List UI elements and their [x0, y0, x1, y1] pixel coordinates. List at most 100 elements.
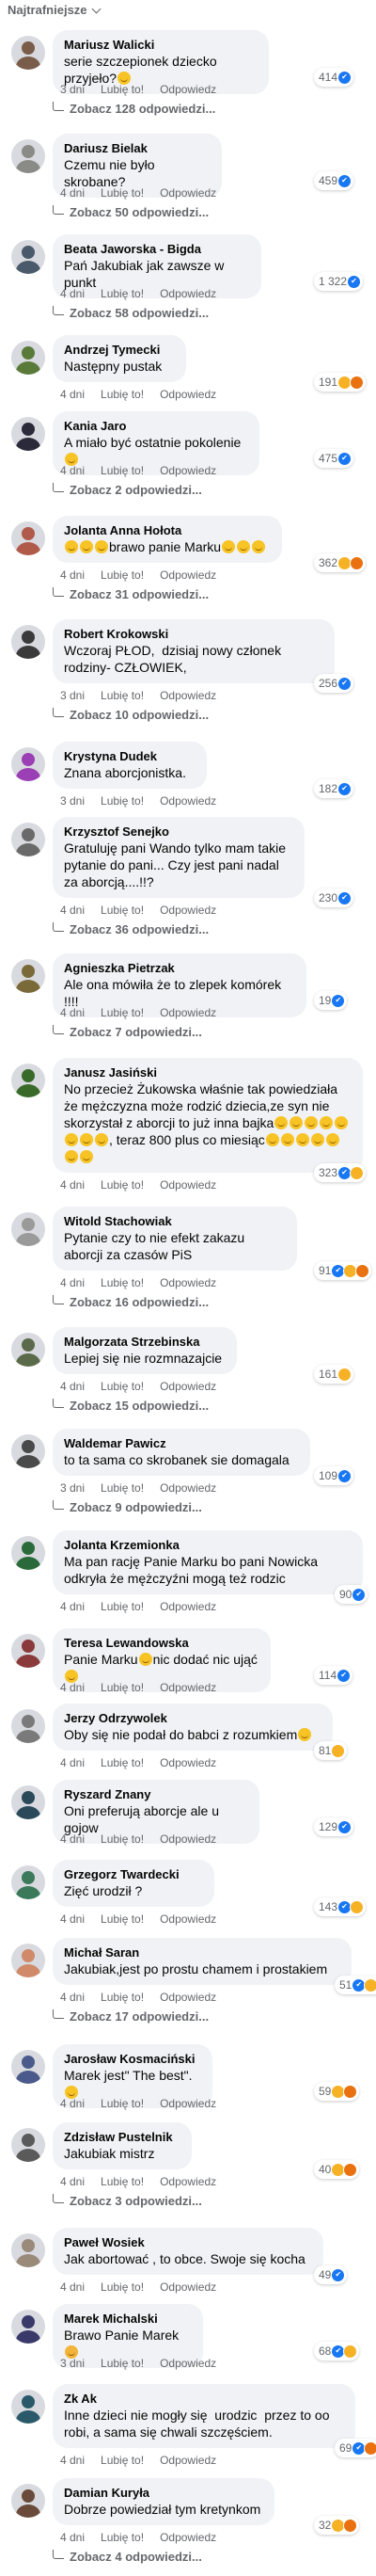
reaction-summary[interactable]: 182 ✔: [314, 779, 354, 798]
comment-age[interactable]: 4 dni: [60, 904, 85, 917]
like-button[interactable]: Lubię to!: [101, 2531, 144, 2544]
comment-age[interactable]: 4 dni: [60, 1681, 85, 1694]
comment-author[interactable]: Zk Ak: [64, 2391, 344, 2407]
like-button[interactable]: Lubię to!: [101, 2280, 144, 2294]
like-button[interactable]: Lubię to!: [101, 904, 144, 917]
view-replies-link[interactable]: Zobacz 7 odpowiedzi...: [53, 1025, 202, 1039]
comment-author[interactable]: Jolanta Anna Hołota: [64, 522, 271, 538]
reply-button[interactable]: Odpowiedz: [160, 689, 216, 702]
comment-author[interactable]: Kania Jaro: [64, 418, 248, 434]
avatar[interactable]: [11, 625, 45, 659]
view-replies-link[interactable]: Zobacz 15 odpowiedzi...: [53, 1399, 209, 1413]
view-replies-link[interactable]: Zobacz 9 odpowiedzi...: [53, 1500, 202, 1514]
reaction-summary[interactable]: 19 ✔: [314, 991, 348, 1010]
reply-button[interactable]: Odpowiedz: [160, 904, 216, 917]
reply-button[interactable]: Odpowiedz: [160, 2531, 216, 2544]
view-replies-link[interactable]: Zobacz 36 odpowiedzi...: [53, 922, 209, 936]
avatar[interactable]: [11, 2390, 45, 2424]
view-replies-link[interactable]: Zobacz 10 odpowiedzi...: [53, 708, 209, 722]
reaction-summary[interactable]: 459 ✔: [314, 171, 354, 190]
reply-button[interactable]: Odpowiedz: [160, 2097, 216, 2110]
reaction-summary[interactable]: 362: [314, 553, 367, 572]
avatar[interactable]: [11, 1212, 45, 1246]
reaction-summary[interactable]: 129 ✔: [314, 1817, 354, 1836]
comment-age[interactable]: 4 dni: [60, 2280, 85, 2294]
avatar[interactable]: [11, 2050, 45, 2084]
comment-age[interactable]: 4 dni: [60, 1178, 85, 1192]
reaction-summary[interactable]: 81: [314, 1741, 348, 1760]
reply-button[interactable]: Odpowiedz: [160, 1380, 216, 1393]
reply-button[interactable]: Odpowiedz: [160, 1832, 216, 1846]
avatar[interactable]: [11, 521, 45, 555]
view-replies-link[interactable]: Zobacz 2 odpowiedzi...: [53, 483, 202, 497]
comment-author[interactable]: Beata Jaworska - Bigda: [64, 241, 250, 257]
comment-author[interactable]: Jerzy Odrzywolek: [64, 1710, 321, 1726]
comment-author[interactable]: Krystyna Dudek: [64, 748, 196, 764]
reaction-summary[interactable]: 40: [314, 2160, 360, 2179]
comment-age[interactable]: 4 dni: [60, 1832, 85, 1846]
view-replies-link[interactable]: Zobacz 50 odpowiedzi...: [53, 205, 209, 219]
comment-author[interactable]: Zdzisław Pustelnik: [64, 2129, 180, 2145]
reply-button[interactable]: Odpowiedz: [160, 794, 216, 808]
comment-author[interactable]: Marek Michalski: [64, 2311, 192, 2327]
reaction-summary[interactable]: 1 322 ✔: [314, 272, 364, 291]
like-button[interactable]: Lubię to!: [101, 1681, 144, 1694]
avatar[interactable]: [11, 1865, 45, 1899]
comment-age[interactable]: 4 dni: [60, 464, 85, 477]
like-button[interactable]: Lubię to!: [101, 568, 144, 582]
reaction-summary[interactable]: 414 ✔: [314, 68, 354, 87]
reply-button[interactable]: Odpowiedz: [160, 568, 216, 582]
avatar[interactable]: [11, 823, 45, 856]
reaction-summary[interactable]: 68 ✔: [314, 2342, 360, 2360]
sort-dropdown[interactable]: Najtrafniejsze: [8, 3, 101, 17]
like-button[interactable]: Lubię to!: [101, 1991, 144, 2004]
comment-age[interactable]: 3 dni: [60, 794, 85, 808]
avatar[interactable]: [11, 1333, 45, 1367]
reply-button[interactable]: Odpowiedz: [160, 1681, 216, 1694]
like-button[interactable]: Lubię to!: [101, 1600, 144, 1613]
reply-button[interactable]: Odpowiedz: [160, 464, 216, 477]
avatar[interactable]: [11, 417, 45, 451]
like-button[interactable]: Lubię to!: [101, 2097, 144, 2110]
comment-author[interactable]: Mariusz Walicki: [64, 37, 258, 53]
like-button[interactable]: Lubię to!: [101, 1756, 144, 1769]
comment-author[interactable]: Janusz Jasiński: [64, 1064, 352, 1080]
comment-author[interactable]: Agnieszka Pietrzak: [64, 960, 295, 976]
comment-author[interactable]: Robert Krokowski: [64, 626, 323, 642]
comment-author[interactable]: Jarosław Kosmaciński: [64, 2051, 201, 2067]
reply-button[interactable]: Odpowiedz: [160, 1178, 216, 1192]
comment-author[interactable]: Malgorzata Strzebinska: [64, 1334, 226, 1350]
comment-author[interactable]: Waldemar Pawicz: [64, 1435, 299, 1451]
avatar[interactable]: [11, 2233, 45, 2267]
reply-button[interactable]: Odpowiedz: [160, 1991, 216, 2004]
reaction-summary[interactable]: 51 ✔: [335, 1976, 376, 1994]
reaction-summary[interactable]: 323 ✔: [314, 1163, 367, 1182]
like-button[interactable]: Lubię to!: [101, 1276, 144, 1289]
reply-button[interactable]: Odpowiedz: [160, 1600, 216, 1613]
reply-button[interactable]: Odpowiedz: [160, 2454, 216, 2467]
reply-button[interactable]: Odpowiedz: [160, 1756, 216, 1769]
like-button[interactable]: Lubię to!: [101, 689, 144, 702]
avatar[interactable]: [11, 139, 45, 173]
avatar[interactable]: [11, 2310, 45, 2344]
comment-author[interactable]: Grzegorz Twardecki: [64, 1866, 203, 1882]
reply-button[interactable]: Odpowiedz: [160, 1276, 216, 1289]
comment-author[interactable]: Andrzej Tymecki: [64, 342, 175, 358]
avatar[interactable]: [11, 1434, 45, 1468]
like-button[interactable]: Lubię to!: [101, 1912, 144, 1926]
reaction-summary[interactable]: 475 ✔: [314, 449, 354, 468]
comment-age[interactable]: 4 dni: [60, 1380, 85, 1393]
reply-button[interactable]: Odpowiedz: [160, 1912, 216, 1926]
reaction-summary[interactable]: 114 ✔: [314, 1666, 353, 1685]
view-replies-link[interactable]: Zobacz 58 odpowiedzi...: [53, 306, 209, 320]
comment-age[interactable]: 3 dni: [60, 2357, 85, 2370]
reply-button[interactable]: Odpowiedz: [160, 2357, 216, 2370]
reaction-summary[interactable]: 90 ✔: [335, 1585, 368, 1604]
like-button[interactable]: Lubię to!: [101, 83, 144, 96]
comment-author[interactable]: Witold Stachowiak: [64, 1213, 286, 1229]
comment-age[interactable]: 4 dni: [60, 1756, 85, 1769]
like-button[interactable]: Lubię to!: [101, 388, 144, 401]
reply-button[interactable]: Odpowiedz: [160, 388, 216, 401]
avatar[interactable]: [11, 1944, 45, 1977]
avatar[interactable]: [11, 2484, 45, 2518]
